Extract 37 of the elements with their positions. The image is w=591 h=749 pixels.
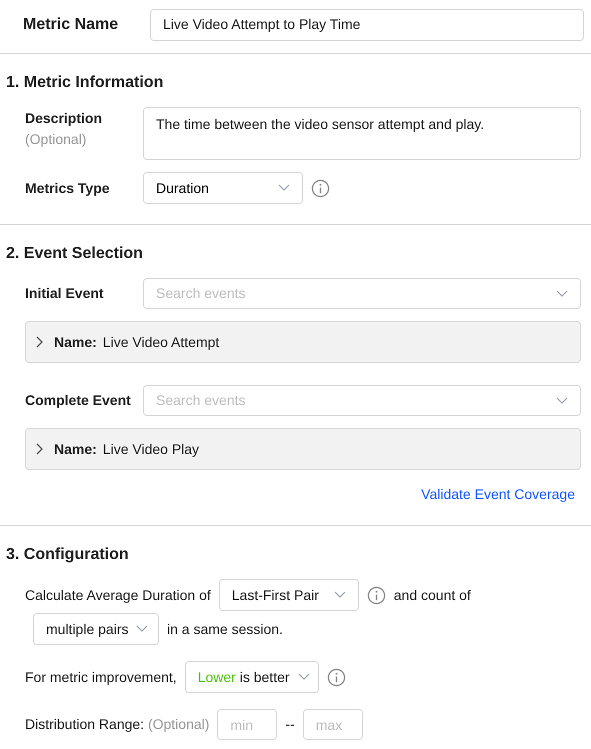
chevron-down-icon xyxy=(556,396,568,404)
field-label: Description xyxy=(25,109,104,128)
section-title: 3. Configuration xyxy=(5,545,130,565)
max-field[interactable]: max xyxy=(302,709,363,740)
pair-select[interactable]: Last-First Pair xyxy=(218,579,359,611)
description-field[interactable]: The time between the video sensor attempt and play. xyxy=(143,107,581,160)
config-text: in a same session. xyxy=(167,620,283,638)
count-select[interactable]: multiple pairs xyxy=(33,613,159,645)
section-title: 2. Event Selection xyxy=(5,244,144,264)
range-separator: -- xyxy=(285,715,295,734)
config-text: Distribution Range: (Optional) xyxy=(25,715,210,734)
field-label: Complete Event xyxy=(25,391,132,410)
info-icon[interactable] xyxy=(311,178,330,198)
field-label: Metric Name xyxy=(23,14,120,34)
section-title: 1. Metric Information xyxy=(5,73,164,93)
chevron-down-icon xyxy=(334,591,346,599)
improvement-select[interactable]: Lower is better xyxy=(184,661,319,693)
validate-link[interactable]: Validate Event Coverage xyxy=(421,484,575,505)
chevron-down-icon xyxy=(278,184,290,192)
event-name: Name: Live Video Play xyxy=(54,440,200,459)
metrics-type-select[interactable]: Duration xyxy=(143,172,303,204)
config-text: For metric improvement, xyxy=(25,668,177,687)
chevron-down-icon xyxy=(298,673,310,681)
min-field[interactable]: min xyxy=(217,709,278,740)
chevron-down-icon xyxy=(136,625,148,633)
config-text: and count of xyxy=(394,586,471,604)
optional-hint: (Optional) xyxy=(25,130,88,149)
info-icon[interactable] xyxy=(326,668,346,686)
field-label: Initial Event xyxy=(25,284,105,303)
metric-name-field[interactable]: Live Video Attempt to Play Time xyxy=(150,8,584,40)
event-name: Name: Live Video Attempt xyxy=(54,332,220,352)
field-label: Metrics Type xyxy=(25,178,111,198)
chevron-down-icon xyxy=(556,290,568,298)
info-icon[interactable] xyxy=(366,586,386,604)
event-panel[interactable]: Name: Live Video Attempt xyxy=(25,321,581,363)
event-panel[interactable]: Name: Live Video Play xyxy=(25,428,581,470)
config-text: Calculate Average Duration of xyxy=(25,586,211,605)
